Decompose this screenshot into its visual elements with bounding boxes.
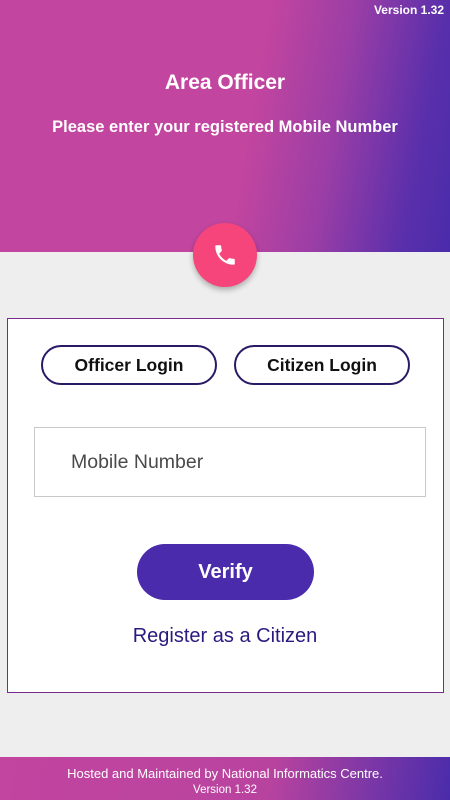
officer-login-button[interactable]: Officer Login: [41, 345, 217, 385]
login-screen: Version 1.32 Area Officer Please enter y…: [0, 0, 450, 800]
phone-icon: [215, 245, 235, 265]
version-label-top: Version 1.32: [373, 3, 444, 17]
page-title: Area Officer: [164, 71, 286, 94]
footer-hosted-text: Hosted and Maintained by National Inform…: [67, 766, 383, 781]
footer-version-label: Version 1.32: [193, 784, 257, 796]
page-subtitle: Please enter your registered Mobile Numb…: [52, 118, 398, 136]
register-citizen-link[interactable]: Register as a Citizen: [8, 625, 442, 648]
mobile-number-input[interactable]: [34, 427, 426, 497]
login-card: Officer Login Citizen Login Verify Regis…: [7, 318, 444, 693]
phone-badge: [193, 223, 257, 287]
footer: Hosted and Maintained by National Inform…: [0, 757, 450, 800]
header-banner: Version 1.32 Area Officer Please enter y…: [0, 0, 450, 252]
verify-button[interactable]: Verify: [137, 544, 314, 600]
citizen-login-button[interactable]: Citizen Login: [234, 345, 410, 385]
